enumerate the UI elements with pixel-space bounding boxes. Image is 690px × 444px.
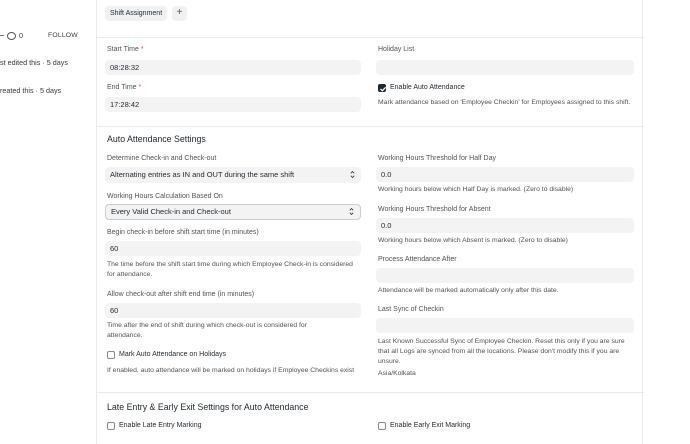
follow-button[interactable]: FOLLOW — [48, 32, 78, 39]
sidebar-meta-row: 0 FOLLOW — [0, 31, 78, 40]
determine-checkin-select[interactable]: Alternating entries as IN and OUT during… — [105, 167, 361, 183]
end-time-input[interactable]: 17:28:42 — [105, 97, 361, 112]
enable-late-entry-checkbox[interactable] — [107, 422, 115, 430]
select-chevron-icon — [350, 170, 355, 179]
mark-holidays-label: Mark Auto Attendance on Holidays — [119, 351, 227, 358]
half-day-threshold-input[interactable]: 0.0 — [376, 167, 634, 182]
comment-count: 0 — [19, 31, 23, 40]
process-after-input[interactable] — [376, 268, 634, 283]
connections-bar: Shift Assignment + — [97, 0, 644, 38]
half-day-threshold-description: Working hours below which Half Day is ma… — [378, 186, 574, 193]
last-edited-text: st edited this · 5 days — [0, 58, 68, 67]
start-time-label: Start Time * — [107, 46, 144, 53]
calc-based-on-label: Working Hours Calculation Based On — [107, 193, 223, 200]
section-divider — [97, 126, 644, 127]
auto-attendance-section-title: Auto Attendance Settings — [107, 134, 206, 144]
determine-checkin-label: Determine Check-in and Check-out — [107, 155, 217, 162]
enable-auto-attendance-checkbox[interactable] — [378, 84, 387, 92]
begin-checkin-input[interactable]: 60 — [105, 241, 361, 256]
check-icon — [380, 86, 387, 92]
created-text: reated this · 5 days — [0, 86, 62, 95]
holiday-list-input[interactable] — [376, 60, 634, 75]
process-after-label: Process Attendance After — [378, 256, 457, 263]
absent-threshold-input[interactable]: 0.0 — [376, 218, 634, 233]
last-sync-label: Last Sync of Checkin — [378, 306, 444, 313]
allow-checkout-input[interactable]: 60 — [105, 303, 361, 318]
absent-threshold-label: Working Hours Threshold for Absent — [378, 206, 491, 213]
required-marker: * — [138, 84, 142, 91]
allow-checkout-description: Time after the end of shift during which… — [107, 322, 307, 339]
timezone-text: Asia/Kolkata — [378, 370, 416, 377]
select-chevron-icon — [349, 207, 354, 216]
mark-holidays-checkbox[interactable] — [107, 351, 115, 359]
start-time-input[interactable]: 08:28:32 — [105, 60, 361, 75]
dash-icon — [0, 35, 4, 36]
end-time-label: End Time * — [107, 84, 142, 91]
process-after-description: Attendance will be marked automatically … — [378, 287, 559, 294]
calc-based-on-select[interactable]: Every Valid Check-in and Check-out — [105, 204, 361, 220]
section-divider — [97, 392, 644, 393]
allow-checkout-label: Allow check-out after shift end time (in… — [107, 291, 255, 298]
sidebar: 0 FOLLOW st edited this · 5 days reated … — [0, 0, 80, 444]
holiday-list-label: Holiday List — [378, 46, 415, 53]
last-sync-description: Last Known Successful Sync of Employee C… — [378, 338, 625, 365]
enable-late-entry-label: Enable Late Entry Marking — [119, 422, 202, 429]
half-day-threshold-label: Working Hours Threshold for Half Day — [378, 155, 497, 162]
calc-based-on-value: Every Valid Check-in and Check-out — [111, 207, 231, 216]
enable-auto-attendance-description: Mark attendance based on 'Employee Check… — [378, 99, 631, 106]
enable-early-exit-label: Enable Early Exit Marking — [390, 422, 471, 429]
form-main: Shift Assignment + Start Time * 08:28:32… — [96, 0, 644, 444]
begin-checkin-description: The time before the shift start time dur… — [107, 261, 353, 278]
mark-holidays-description: If enabled, auto attendance will be mark… — [107, 367, 355, 374]
begin-checkin-label: Begin check-in before shift start time (… — [107, 229, 259, 236]
enable-auto-attendance-label: Enable Auto Attendance — [390, 84, 465, 91]
last-sync-input[interactable] — [376, 318, 634, 333]
shift-assignment-link[interactable]: Shift Assignment — [105, 6, 168, 21]
add-connection-button[interactable]: + — [172, 6, 187, 21]
late-entry-section-title: Late Entry & Early Exit Settings for Aut… — [107, 402, 309, 412]
enable-early-exit-checkbox[interactable] — [378, 422, 386, 430]
determine-checkin-value: Alternating entries as IN and OUT during… — [110, 170, 295, 179]
comment-icon[interactable] — [7, 31, 16, 40]
required-marker: * — [140, 46, 144, 53]
absent-threshold-description: Working hours below which Absent is mark… — [378, 237, 568, 244]
